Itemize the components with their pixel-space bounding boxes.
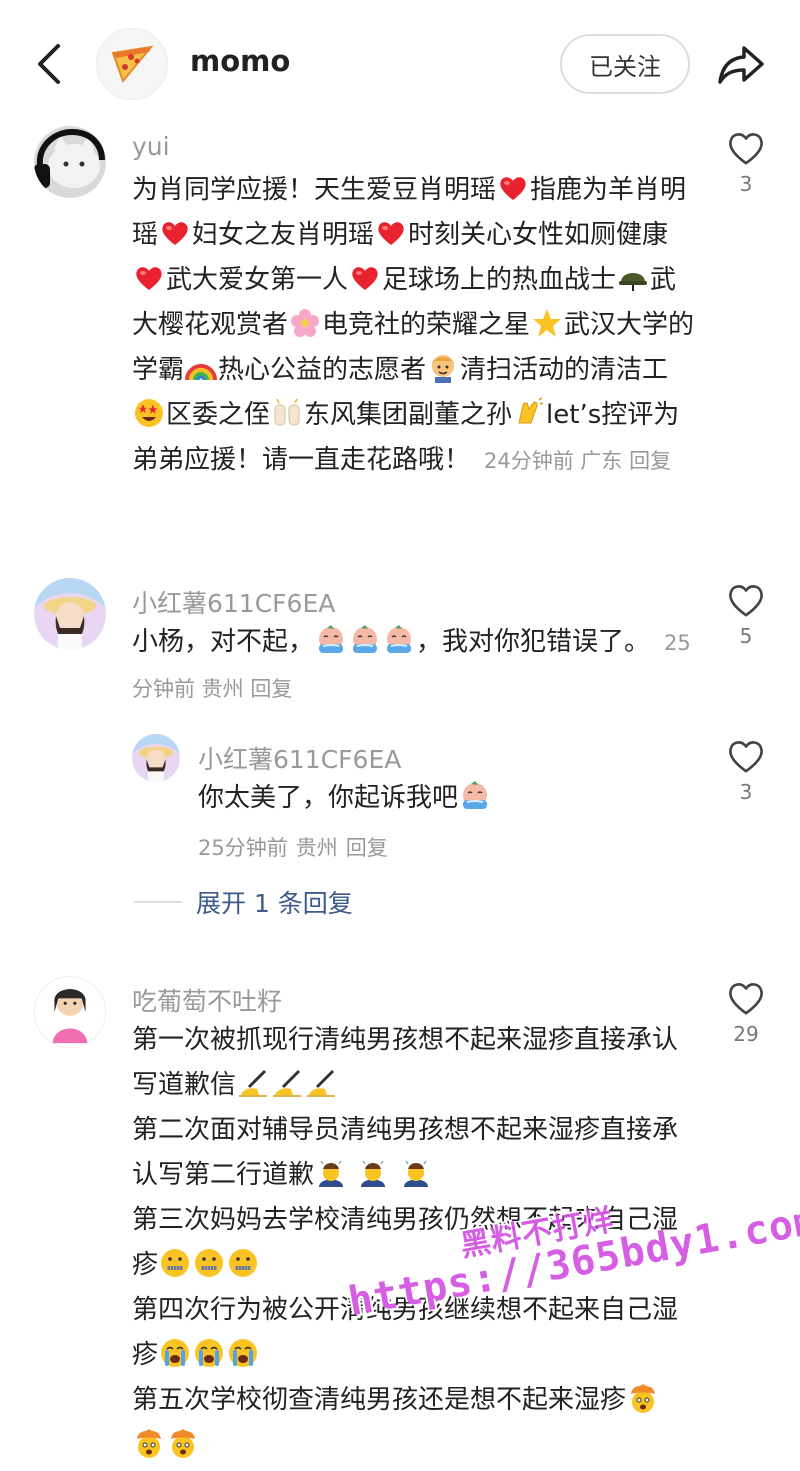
like-count: 5 [739, 624, 753, 648]
star-emoji [531, 307, 563, 339]
text-segment: 足球场上的热血战士 [382, 265, 617, 295]
heart-outline-icon [727, 738, 765, 774]
text-segment: 清扫活动的清洁工 [460, 355, 669, 385]
text-segment: 区委之侄 [166, 400, 271, 430]
share-icon[interactable] [716, 40, 766, 88]
exploding-head-emoji [627, 1382, 659, 1414]
writing-hand-emoji [271, 1067, 303, 1099]
star-struck-emoji [133, 397, 165, 429]
heart-outline-icon [727, 582, 765, 618]
back-arrow-icon[interactable] [30, 40, 70, 88]
text-segment: 热心公益的志愿者 [218, 355, 427, 385]
reply-meta: 25分钟前 贵州 回复 [198, 832, 396, 862]
reply-username[interactable]: 小红薯611CF6EA [198, 740, 401, 776]
red-heart-emoji [349, 262, 381, 294]
cat-avatar[interactable] [34, 126, 106, 198]
text-segment: 武大爱女第一人 [166, 265, 349, 295]
text-segment: 小杨，对不起， [132, 627, 315, 657]
exploding-head-emoji [133, 1427, 165, 1459]
like-count: 29 [733, 1022, 759, 1046]
cartoon-girl-avatar[interactable] [34, 976, 106, 1048]
expand-replies-label: 展开 1 条回复 [196, 889, 353, 918]
reply-time: 25分钟前 [198, 836, 288, 860]
exploding-head-emoji [167, 1427, 199, 1459]
bowing-person-emoji [357, 1157, 389, 1189]
zipper-mouth-emoji [193, 1247, 225, 1279]
zipper-mouth-emoji [159, 1247, 191, 1279]
reply-text: 你太美了，你起诉我吧 [198, 776, 678, 821]
girl-avatar[interactable] [34, 578, 106, 650]
comment-text: 小杨，对不起， ，我对你犯错误了。 25分钟前 贵州 回复 [132, 620, 692, 712]
text-segment: 妇女之友肖明瑶 [192, 220, 375, 250]
comment-line: 第一次被抓现行清纯男孩想不起来湿疹直接承认写道歉信 [132, 1018, 692, 1108]
text-segment: 第五次学校彻查清纯男孩还是想不起来湿疹 [132, 1385, 627, 1415]
reply-location: 贵州 [295, 836, 338, 860]
red-heart-emoji [133, 262, 165, 294]
raised-hands-emoji [271, 397, 303, 429]
text-segment: 你太美了，你起诉我吧 [198, 783, 459, 813]
text-segment: 为肖同学应援！天生爱豆肖明瑶 [132, 175, 497, 205]
loudly-crying-emoji [159, 1337, 191, 1369]
rainbow-emoji [185, 352, 217, 384]
crying-face-emoji [459, 780, 491, 812]
loudly-crying-emoji [227, 1337, 259, 1369]
writing-hand-emoji [237, 1067, 269, 1099]
divider [134, 901, 182, 903]
red-heart-emoji [159, 217, 191, 249]
top-bar: momo 已关注 [0, 0, 800, 120]
heart-outline-icon [727, 130, 765, 166]
crying-face-emoji [383, 624, 415, 656]
comment-username[interactable]: 吃葡萄不吐籽 [132, 982, 282, 1018]
pizza-avatar-icon[interactable] [96, 28, 168, 100]
comment-line: 第五次学校彻查清纯男孩还是想不起来湿疹 [132, 1378, 692, 1468]
like-count: 3 [739, 172, 753, 196]
zipper-mouth-emoji [227, 1247, 259, 1279]
comment-username[interactable]: 小红薯611CF6EA [132, 584, 335, 620]
text-segment: 东风集团副董之孙 [304, 400, 513, 430]
bowing-person-emoji [315, 1157, 347, 1189]
like-button[interactable]: 3 [716, 738, 776, 804]
text-segment: 电竞社的荣耀之星 [322, 310, 531, 340]
crying-face-emoji [349, 624, 381, 656]
comment-meta[interactable]: 24分钟前 广东 回复 [484, 449, 671, 473]
comment-text: 为肖同学应援！天生爱豆肖明瑶 指鹿为羊肖明瑶 妇女之友肖明瑶 时刻关心女性如厕健康 武大… [132, 168, 697, 484]
heart-outline-icon [727, 980, 765, 1016]
person-emoji [427, 352, 459, 384]
clapping-hands-emoji [513, 397, 545, 429]
cherry-blossom-emoji [289, 307, 321, 339]
helmet-emoji [617, 262, 649, 294]
girl-avatar-small[interactable] [132, 734, 180, 782]
loudly-crying-emoji [193, 1337, 225, 1369]
red-heart-emoji [497, 172, 529, 204]
text-segment: 第一次被抓现行清纯男孩想不起来湿疹直接承认写道歉信 [132, 1025, 679, 1100]
like-button[interactable]: 3 [716, 130, 776, 196]
text-segment: 时刻关心女性如厕健康 [408, 220, 669, 250]
comment-username[interactable]: yui [132, 132, 170, 161]
comment-line: 第二次面对辅导员清纯男孩想不起来湿疹直接承认写第二行道歉 [132, 1108, 692, 1198]
bowing-person-emoji [400, 1157, 432, 1189]
author-name[interactable]: momo [190, 44, 290, 78]
like-button[interactable]: 29 [716, 980, 776, 1046]
crying-face-emoji [315, 624, 347, 656]
red-heart-emoji [375, 217, 407, 249]
follow-button[interactable]: 已关注 [560, 34, 690, 94]
like-count: 3 [739, 780, 753, 804]
reply-button[interactable]: 回复 [346, 836, 388, 860]
like-button[interactable]: 5 [716, 582, 776, 648]
writing-hand-emoji [305, 1067, 337, 1099]
text-segment: ，我对你犯错误了。 [416, 627, 651, 657]
expand-replies-button[interactable]: 展开 1 条回复 [134, 882, 353, 922]
